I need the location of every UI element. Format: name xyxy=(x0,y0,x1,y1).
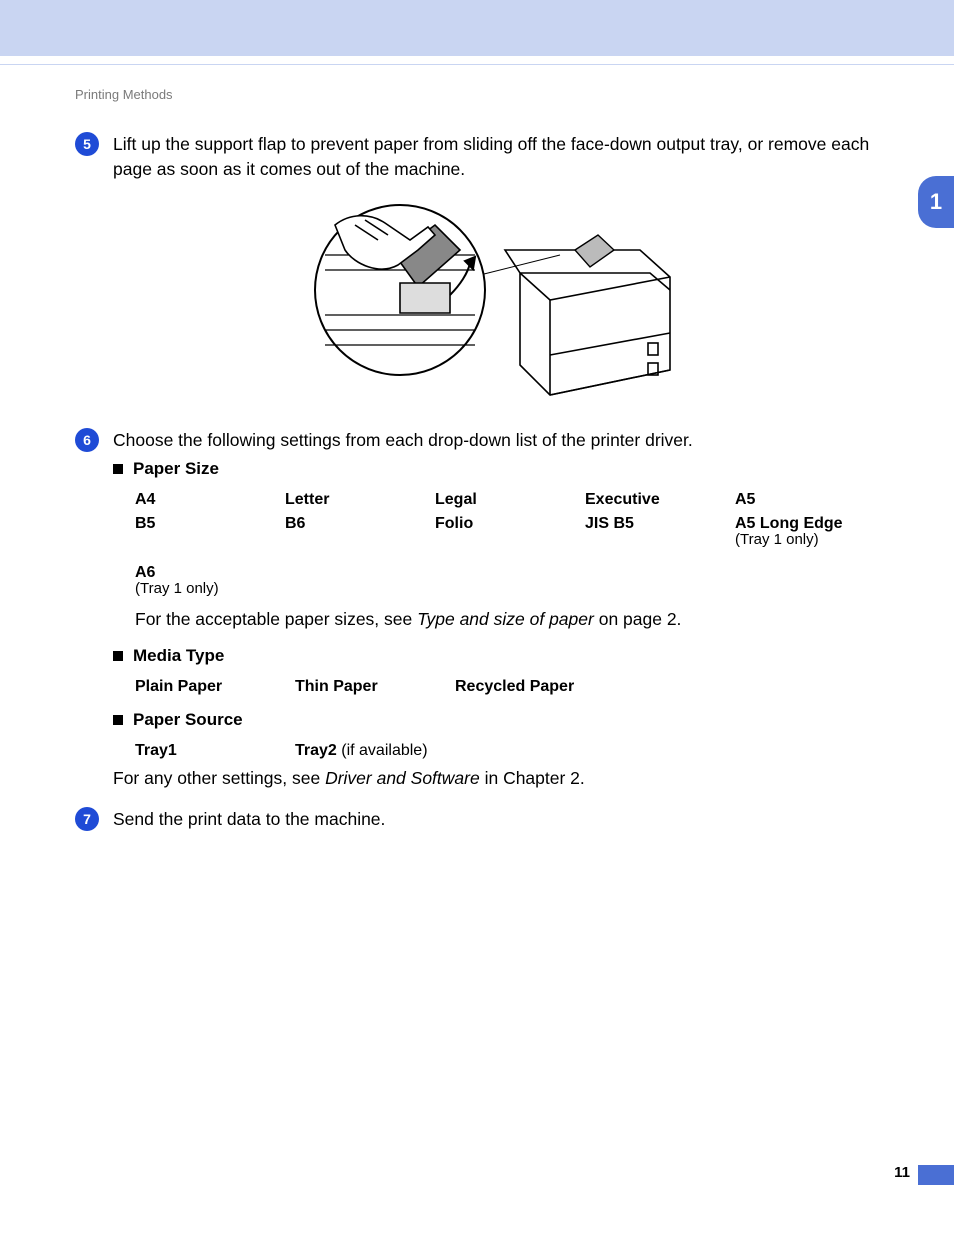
source-tray2-note: (if available) xyxy=(337,742,428,759)
paper-size-footer-b: on page 2. xyxy=(594,609,682,629)
square-bullet-icon xyxy=(113,464,123,474)
source-tray1: Tray1 xyxy=(135,742,295,760)
paper-size-footer-link[interactable]: Type and size of paper xyxy=(417,609,594,629)
step-number-7: 7 xyxy=(75,807,99,831)
chapter-tab: 1 xyxy=(918,176,954,228)
source-tray2: Tray2 (if available) xyxy=(295,742,555,760)
step-number-5: 5 xyxy=(75,132,99,156)
size-a6-note: (Tray 1 only) xyxy=(135,580,285,597)
step-5-text: Lift up the support flap to prevent pape… xyxy=(113,132,905,183)
square-bullet-icon xyxy=(113,715,123,725)
paper-size-footer-a: For the acceptable paper sizes, see xyxy=(135,609,417,629)
step-6-closing: For any other settings, see Driver and S… xyxy=(113,768,905,789)
support-flap-figure xyxy=(75,195,905,410)
size-a5-long-edge: A5 Long Edge (Tray 1 only) xyxy=(735,515,885,548)
closing-a: For any other settings, see xyxy=(113,768,325,788)
size-a5: A5 xyxy=(735,491,885,509)
size-legal: Legal xyxy=(435,491,585,509)
size-b5: B5 xyxy=(135,515,285,548)
header-rule xyxy=(0,64,954,65)
paper-size-grid: A4 Letter Legal Executive A5 B5 B6 Folio… xyxy=(135,491,905,597)
media-plain: Plain Paper xyxy=(135,678,295,696)
size-a4: A4 xyxy=(135,491,285,509)
media-recycled: Recycled Paper xyxy=(455,678,615,696)
media-type-label: Media Type xyxy=(133,646,224,666)
step-5: 5 Lift up the support flap to prevent pa… xyxy=(75,132,905,410)
media-type-heading: Media Type xyxy=(113,646,905,666)
source-tray2-label: Tray2 xyxy=(295,742,337,759)
size-a6: A6 (Tray 1 only) xyxy=(135,564,285,597)
paper-source-label: Paper Source xyxy=(133,710,243,730)
step-7: 7 Send the print data to the machine. xyxy=(75,807,905,832)
paper-size-heading: Paper Size xyxy=(113,459,905,479)
step-7-text: Send the print data to the machine. xyxy=(113,807,905,832)
step-number-6: 6 xyxy=(75,428,99,452)
paper-size-footer: For the acceptable paper sizes, see Type… xyxy=(135,609,905,630)
size-executive: Executive xyxy=(585,491,735,509)
closing-b: in Chapter 2. xyxy=(480,768,585,788)
breadcrumb: Printing Methods xyxy=(75,87,173,102)
media-type-grid: Plain Paper Thin Paper Recycled Paper xyxy=(135,678,905,696)
paper-source-grid: Tray1 Tray2 (if available) xyxy=(135,742,905,760)
page-corner-mark xyxy=(918,1165,954,1185)
size-folio: Folio xyxy=(435,515,585,548)
closing-link[interactable]: Driver and Software xyxy=(325,768,480,788)
size-a5-long-edge-note: (Tray 1 only) xyxy=(735,531,885,548)
size-jisb5: JIS B5 xyxy=(585,515,735,548)
step-6: 6 Choose the following settings from eac… xyxy=(75,428,905,789)
paper-source-heading: Paper Source xyxy=(113,710,905,730)
step-6-text: Choose the following settings from each … xyxy=(113,428,905,453)
media-thin: Thin Paper xyxy=(295,678,455,696)
page-number: 11 xyxy=(894,1164,910,1181)
header-bar xyxy=(0,0,954,56)
size-letter: Letter xyxy=(285,491,435,509)
square-bullet-icon xyxy=(113,651,123,661)
paper-size-label: Paper Size xyxy=(133,459,219,479)
size-b6: B6 xyxy=(285,515,435,548)
